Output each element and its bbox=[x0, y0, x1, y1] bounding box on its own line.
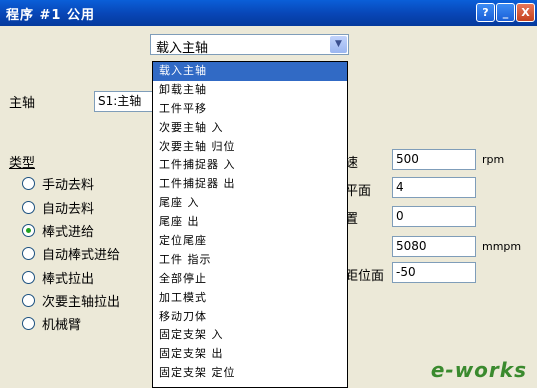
type-radio-label: 机械臂 bbox=[42, 317, 82, 333]
dropdown-item[interactable]: 定位尾座 bbox=[153, 232, 347, 251]
dropdown-item[interactable]: 尾座 入 bbox=[153, 194, 347, 213]
param-label-plane: 平面 bbox=[345, 184, 372, 199]
dropdown-item[interactable]: 全部停止 bbox=[153, 270, 347, 289]
dropdown-item[interactable]: 次要主轴 入 bbox=[153, 119, 347, 138]
position-field[interactable]: 0 bbox=[392, 206, 476, 227]
type-radio-option[interactable]: 棒式拉出 bbox=[22, 268, 95, 287]
close-button[interactable]: X bbox=[516, 3, 535, 22]
type-radio-option[interactable]: 棒式进给 bbox=[22, 221, 95, 240]
feed-field[interactable]: 5080 bbox=[392, 236, 476, 257]
distance-field[interactable]: -50 bbox=[392, 262, 476, 283]
speed-field[interactable]: 500 bbox=[392, 149, 476, 170]
title-bar: 程序 #1 公用 ? _ X bbox=[0, 0, 537, 26]
type-radio-option[interactable]: 自动棒式进给 bbox=[22, 244, 121, 263]
dropdown-item[interactable]: 工件 指示 bbox=[153, 251, 347, 270]
dropdown-item[interactable]: 移动刀体 bbox=[153, 308, 347, 327]
type-radio-label: 棒式拉出 bbox=[42, 271, 95, 287]
chevron-down-icon[interactable]: ▼ bbox=[330, 36, 347, 53]
type-radio-label: 手动去料 bbox=[42, 177, 95, 193]
help-button[interactable]: ? bbox=[476, 3, 495, 22]
plane-field[interactable]: 4 bbox=[392, 177, 476, 198]
minimize-button[interactable]: _ bbox=[496, 3, 515, 22]
type-radio-option[interactable]: 手动去料 bbox=[22, 174, 95, 193]
operation-combobox-value: 载入主轴 bbox=[156, 41, 209, 56]
radio-circle-icon[interactable] bbox=[22, 176, 35, 190]
radio-circle-icon[interactable] bbox=[22, 293, 35, 307]
dropdown-item[interactable]: 加工模式 bbox=[153, 289, 347, 308]
type-radio-label: 棒式进给 bbox=[42, 224, 95, 240]
type-radio-label: 自动棒式进给 bbox=[42, 247, 121, 263]
type-radio-option[interactable]: 机械臂 bbox=[22, 314, 82, 333]
operation-dropdown-list[interactable]: 载入主轴 卸载主轴 工件平移 次要主轴 入次要主轴 归位 工件捕捉器 入工件捕捉器 出尾… bbox=[152, 61, 348, 388]
dropdown-item[interactable]: 工件捕捉器 出 bbox=[153, 175, 347, 194]
radio-circle-icon[interactable] bbox=[22, 316, 35, 330]
param-label-distance: 距位面 bbox=[345, 269, 385, 284]
type-label: 类型 bbox=[9, 156, 36, 171]
dropdown-item[interactable]: 尾座 出 bbox=[153, 213, 347, 232]
type-radio-option[interactable]: 自动去料 bbox=[22, 198, 95, 217]
dropdown-item[interactable]: 卸载主轴 bbox=[153, 81, 347, 100]
type-radio-option[interactable]: 次要主轴拉出 bbox=[22, 291, 121, 310]
watermark-logo: e-works bbox=[430, 358, 527, 382]
speed-unit: rpm bbox=[482, 153, 505, 166]
spindle-field[interactable]: S1:主轴 bbox=[94, 91, 154, 112]
dropdown-item[interactable]: 工件捕捉器 入 bbox=[153, 156, 347, 175]
type-radio-label: 次要主轴拉出 bbox=[42, 294, 121, 310]
dropdown-item[interactable]: 载入主轴 bbox=[153, 62, 347, 81]
radio-circle-icon[interactable] bbox=[22, 270, 35, 284]
dropdown-item[interactable]: 固定支架 出 bbox=[153, 345, 347, 364]
radio-circle-icon[interactable] bbox=[22, 200, 35, 214]
radio-circle-icon[interactable] bbox=[22, 223, 35, 237]
dropdown-item[interactable]: 固定支架 入 bbox=[153, 326, 347, 345]
window-title: 程序 #1 公用 bbox=[6, 8, 95, 23]
dropdown-item[interactable]: 次要主轴 归位 bbox=[153, 138, 347, 157]
operation-combobox[interactable]: 载入主轴 ▼ bbox=[150, 34, 349, 56]
feed-unit: mmpm bbox=[482, 240, 522, 253]
dropdown-item[interactable]: 固定支架 定位 bbox=[153, 364, 347, 383]
radio-circle-icon[interactable] bbox=[22, 246, 35, 260]
spindle-label: 主轴 bbox=[9, 96, 36, 111]
type-radio-label: 自动去料 bbox=[42, 201, 95, 217]
dropdown-item[interactable]: 工件平移 bbox=[153, 100, 347, 119]
